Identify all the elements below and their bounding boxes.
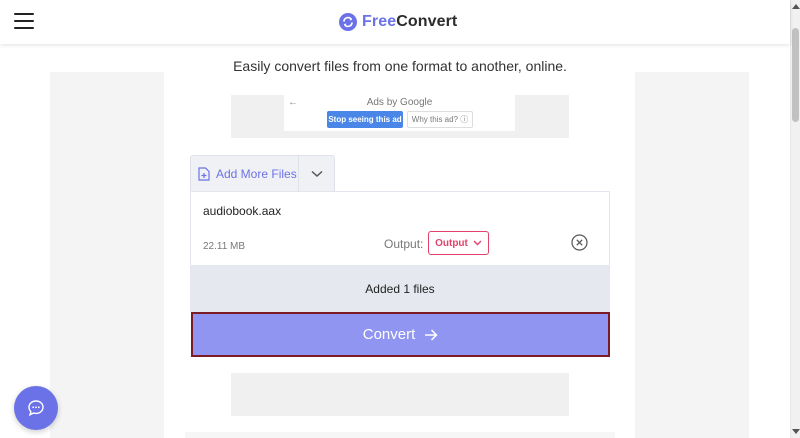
- chat-support-button[interactable]: [14, 386, 58, 430]
- file-plus-icon: [198, 166, 210, 181]
- output-format-select[interactable]: Output: [428, 231, 489, 255]
- add-more-files-label: Add More Files: [216, 166, 297, 181]
- page-tagline: Easily convert files from one format to …: [233, 58, 567, 74]
- convert-button-label: Convert: [362, 326, 416, 343]
- chevron-down-icon: [473, 240, 482, 246]
- output-label: Output:: [384, 237, 424, 251]
- logo-text-convert: Convert: [396, 13, 458, 30]
- logo-text-free: Free: [362, 13, 397, 30]
- ad-feedback-panel: ← Ads by Google Stop seeing this ad Why …: [284, 95, 515, 131]
- page-content: Easily convert files from one format to …: [0, 44, 790, 438]
- convert-button[interactable]: Convert: [191, 312, 610, 357]
- site-logo[interactable]: FreeConvert: [339, 12, 457, 32]
- next-section-edge: [185, 432, 615, 438]
- scroll-down-arrow-icon[interactable]: [792, 429, 800, 434]
- scroll-up-arrow-icon[interactable]: [792, 4, 800, 9]
- files-added-status: Added 1 files: [190, 265, 610, 312]
- file-size: 22.11 MB: [203, 241, 246, 252]
- add-files-bar: Add More Files: [190, 155, 335, 191]
- ads-by-google-label: Ads by Google: [366, 97, 433, 108]
- side-ad-left: [50, 72, 164, 438]
- add-more-files-button[interactable]: Add More Files: [191, 156, 300, 191]
- remove-file-close-icon[interactable]: [571, 234, 588, 251]
- chevron-down-icon: [311, 170, 323, 177]
- top-navbar: FreeConvert: [0, 0, 790, 44]
- add-files-dropdown-toggle[interactable]: [299, 156, 334, 191]
- stop-seeing-ad-button[interactable]: Stop seeing this ad: [327, 111, 403, 128]
- scroll-thumb[interactable]: [792, 28, 799, 122]
- file-row: audiobook.aax 22.11 MB Output: Output: [190, 191, 610, 265]
- sync-arrows-icon: [339, 13, 357, 31]
- file-name: audiobook.aax: [203, 204, 282, 218]
- bottom-ad-slot: [231, 373, 569, 416]
- arrow-right-icon: [425, 328, 438, 341]
- why-this-ad-button[interactable]: Why this ad? ⓘ: [407, 111, 473, 128]
- chat-bubble-icon: [28, 400, 44, 417]
- side-ad-right: [635, 72, 749, 438]
- output-format-value: Output: [435, 237, 468, 249]
- ad-banner: ← Ads by Google Stop seeing this ad Why …: [231, 95, 569, 138]
- hamburger-menu-icon[interactable]: [14, 13, 34, 29]
